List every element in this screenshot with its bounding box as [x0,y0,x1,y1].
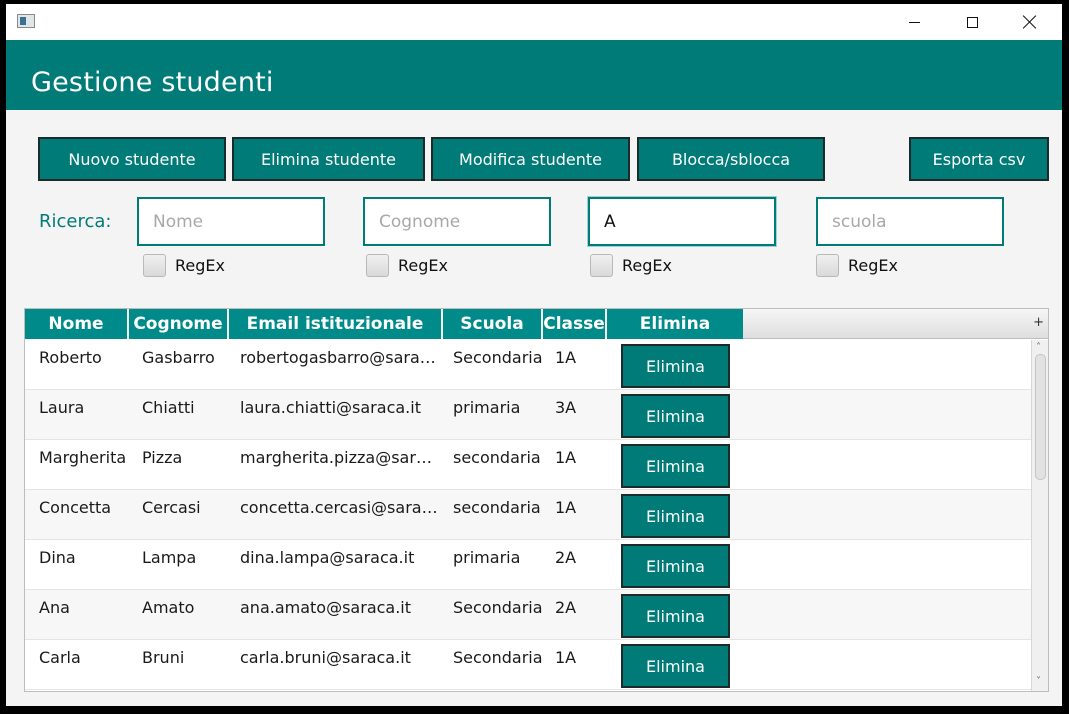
row-delete-button[interactable]: Elimina [621,444,730,488]
cell-cognome: Pizza [142,448,183,467]
scroll-up-icon[interactable]: ˄ [1036,343,1044,353]
cell-email: laura.chiatti@saraca.it [240,398,421,417]
scroll-down-icon[interactable]: ˅ [1036,677,1044,687]
delete-student-button[interactable]: Elimina studente [232,137,425,181]
maximize-icon [966,16,978,28]
row-delete-button[interactable]: Elimina [621,544,730,588]
table-row[interactable]: Roberto Gasbarro robertogasbarro@saraca.… [25,340,1031,390]
cell-email: robertogasbarro@saraca.it [240,348,440,367]
table-row[interactable]: Ana Amato ana.amato@saraca.it Secondaria… [25,590,1031,640]
search-cognome-input[interactable] [363,197,551,246]
regex-cognome[interactable]: RegEx [366,253,448,277]
cell-scuola: secondaria [453,498,541,517]
cell-nome: Margherita [39,448,127,467]
cell-classe: 1A [555,498,577,517]
cell-nome: Roberto [39,348,102,367]
column-menu-plus-icon[interactable]: + [1033,315,1044,330]
lock-unlock-button[interactable]: Blocca/sblocca [637,137,825,181]
search-scuola-input[interactable] [816,197,1004,246]
table-row[interactable]: Margherita Pizza margherita.pizza@saraca… [25,440,1031,490]
table-body: Roberto Gasbarro robertogasbarro@saraca.… [25,340,1031,691]
cell-cognome: Bruni [142,648,185,667]
cell-classe: 1A [555,448,577,467]
table-row[interactable]: Carla Bruni carla.bruni@saraca.it Second… [25,640,1031,690]
cell-cognome: Gasbarro [142,348,215,367]
new-student-button[interactable]: Nuovo studente [38,137,226,181]
students-table: Nome Cognome Email istituzionale Scuola … [24,308,1049,692]
cell-classe: 3A [555,398,577,417]
cell-classe: 1A [555,348,577,367]
cell-cognome: Chiatti [142,398,195,417]
regex-label: RegEx [398,255,448,275]
search-nome-input[interactable] [137,197,325,246]
regex-classe[interactable]: RegEx [590,253,672,277]
cell-cognome: Lampa [142,548,197,567]
row-delete-button[interactable]: Elimina [621,644,730,688]
search-label: Ricerca: [39,211,112,232]
vertical-scrollbar[interactable]: ˄ ˅ [1031,340,1048,691]
regex-label: RegEx [175,255,225,275]
regex-cognome-checkbox[interactable] [366,253,389,277]
cell-email: ana.amato@saraca.it [240,598,412,617]
cell-scuola: Secondaria [453,348,543,367]
app-window: Gestione studenti Nuovo studente Elimina… [6,4,1062,706]
cell-nome: Concetta [39,498,112,517]
row-delete-button[interactable]: Elimina [621,394,730,438]
title-bar [6,4,1062,40]
table-header: Nome Cognome Email istituzionale Scuola … [25,309,1048,339]
regex-nome-checkbox[interactable] [143,253,166,277]
regex-nome[interactable]: RegEx [143,253,225,277]
column-header-scuola[interactable]: Scuola [443,309,543,339]
maximize-button[interactable] [943,4,1001,40]
cell-scuola: primaria [453,398,521,417]
cell-classe: 1A [555,648,577,667]
cell-nome: Dina [39,548,76,567]
cell-email: carla.bruni@saraca.it [240,648,411,667]
cell-cognome: Amato [142,598,195,617]
cell-nome: Carla [39,648,81,667]
cell-cognome: Cercasi [142,498,201,517]
column-header-classe[interactable]: Classe [543,309,607,339]
row-delete-button[interactable]: Elimina [621,494,730,538]
column-header-email[interactable]: Email istituzionale [229,309,443,339]
minimize-icon [908,21,920,23]
app-header: Gestione studenti [6,40,1062,110]
cell-classe: 2A [555,548,577,567]
cell-scuola: Secondaria [453,648,543,667]
regex-classe-checkbox[interactable] [590,253,613,277]
regex-scuola[interactable]: RegEx [816,253,898,277]
cell-email: concetta.cercasi@saraca.it [240,498,440,517]
regex-label: RegEx [848,255,898,275]
cell-scuola: secondaria [453,448,541,467]
close-button[interactable] [1001,4,1059,40]
row-delete-button[interactable]: Elimina [621,594,730,638]
edit-student-button[interactable]: Modifica studente [431,137,630,181]
column-header-nome[interactable]: Nome [25,309,129,339]
row-delete-button[interactable]: Elimina [621,344,730,388]
cell-classe: 2A [555,598,577,617]
minimize-button[interactable] [885,4,943,40]
page-title: Gestione studenti [31,67,274,98]
scrollbar-thumb[interactable] [1035,354,1046,480]
search-classe-input[interactable] [588,197,776,246]
cell-nome: Ana [39,598,70,617]
cell-email: margherita.pizza@saraca.it [240,448,440,467]
cell-scuola: primaria [453,548,521,567]
export-csv-button[interactable]: Esporta csv [909,137,1049,181]
cell-scuola: Secondaria [453,598,543,617]
cell-email: dina.lampa@saraca.it [240,548,415,567]
window-app-icon [17,14,35,28]
cell-nome: Laura [39,398,85,417]
regex-scuola-checkbox[interactable] [816,253,839,277]
table-row[interactable]: Concetta Cercasi concetta.cercasi@saraca… [25,490,1031,540]
regex-label: RegEx [622,255,672,275]
close-icon [1023,15,1037,29]
column-header-elimina[interactable]: Elimina [607,309,743,339]
table-row[interactable]: Dina Lampa dina.lampa@saraca.it primaria… [25,540,1031,590]
column-header-cognome[interactable]: Cognome [129,309,229,339]
table-row[interactable]: Laura Chiatti laura.chiatti@saraca.it pr… [25,390,1031,440]
